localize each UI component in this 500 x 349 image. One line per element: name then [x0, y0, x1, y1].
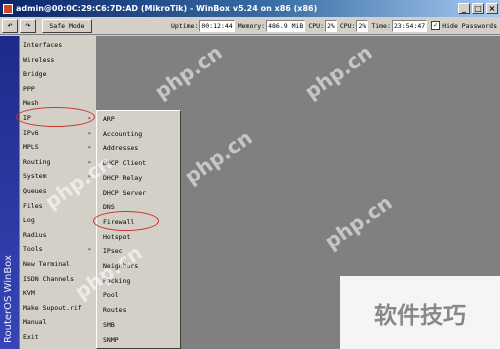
- cpu-value: 2%: [325, 19, 337, 32]
- menu-item-label: PPP: [23, 84, 35, 93]
- ip-item-label: DHCP Server: [103, 188, 147, 197]
- cpu-label: CPU:: [308, 21, 324, 30]
- menu-item-log[interactable]: Log: [20, 213, 96, 227]
- toolbar: ↶ ↷ Safe Mode Uptime: 00:12:44 Memory: 4…: [0, 17, 500, 35]
- ip-item-smb[interactable]: SMB: [97, 318, 180, 332]
- menu-item-mpls[interactable]: MPLS ▸: [20, 140, 96, 154]
- ip-item-routes[interactable]: Routes: [97, 303, 180, 317]
- submenu-arrow-icon: ▸: [87, 143, 92, 152]
- ip-item-label: SNMP: [103, 335, 119, 344]
- menu-item-interfaces[interactable]: Interfaces: [20, 38, 96, 52]
- redo-icon[interactable]: ↷: [20, 18, 36, 33]
- hide-passwords-checkbox[interactable]: ✓: [431, 21, 441, 30]
- ip-item-hotspot[interactable]: Hotspot: [97, 230, 180, 244]
- ip-item-dhcp-server[interactable]: DHCP Server: [97, 186, 180, 200]
- menu-item-label: Mesh: [23, 99, 39, 108]
- menu-item-label: Exit: [23, 333, 39, 341]
- menu-item-tools[interactable]: Tools ▸: [20, 242, 96, 256]
- maximize-button[interactable]: □: [472, 3, 484, 14]
- cpu2-label: CPU:: [339, 21, 356, 30]
- menu-item-label: Wireless: [23, 55, 55, 64]
- ip-item-addresses[interactable]: Addresses: [97, 141, 180, 155]
- menu-item-new-terminal[interactable]: New Terminal: [20, 257, 96, 271]
- menu-item-ipv6[interactable]: IPv6 ▸: [20, 126, 96, 140]
- memory-value: 486.9 MiB: [266, 19, 306, 32]
- annotation-circle-ip: [16, 107, 95, 127]
- menu-item-label: Tools: [23, 245, 43, 254]
- time-value: 23:54:47: [391, 19, 428, 32]
- menu-item-label: Files: [23, 201, 43, 210]
- brand-text: RouterOS WinBox: [3, 255, 14, 343]
- uptime-value: 00:12:44: [199, 19, 235, 32]
- menu-item-ppp[interactable]: PPP: [20, 82, 96, 96]
- submenu-arrow-icon: ▸: [87, 128, 92, 137]
- uptime-label: Uptime:: [170, 21, 199, 30]
- menu-item-manual[interactable]: Manual: [20, 315, 96, 329]
- time-label: Time:: [371, 21, 391, 30]
- ip-item-label: Accounting: [103, 129, 143, 138]
- cpu2-value: 2%: [356, 19, 369, 32]
- menu-item-label: Interfaces: [23, 41, 63, 49]
- close-button[interactable]: ×: [486, 3, 498, 14]
- menu-item-label: MPLS: [23, 143, 39, 152]
- menu-item-label: Bridge: [23, 70, 47, 79]
- annotation-circle-firewall: [93, 211, 159, 231]
- site-badge: 软件技巧: [340, 276, 500, 349]
- window-title: admin@00:0C:29:C6:7D:AD (MikroTik) - Win…: [16, 4, 318, 13]
- menu-item-label: Make Supout.rif: [23, 303, 82, 312]
- menu-item-label: New Terminal: [23, 260, 70, 268]
- ip-item-label: Routes: [103, 306, 127, 315]
- ip-item-pool[interactable]: Pool: [97, 288, 180, 302]
- ip-item-label: DNS: [103, 203, 115, 212]
- menu-item-bridge[interactable]: Bridge: [20, 67, 96, 81]
- minimize-button[interactable]: _: [458, 3, 470, 14]
- ip-item-snmp[interactable]: SNMP: [97, 333, 180, 347]
- winbox-app-icon: [3, 3, 13, 14]
- safe-mode-button[interactable]: Safe Mode: [42, 18, 92, 33]
- menu-item-label: Routing: [23, 157, 51, 166]
- undo-icon[interactable]: ↶: [2, 18, 18, 33]
- title-bar: admin@00:0C:29:C6:7D:AD (MikroTik) - Win…: [0, 0, 500, 17]
- menu-item-radius[interactable]: Radius: [20, 228, 96, 242]
- ip-item-label: Addresses: [103, 144, 139, 153]
- menu-item-label: Log: [23, 216, 35, 225]
- ip-item-label: Hotspot: [103, 232, 131, 241]
- hide-passwords-label: Hide Passwords: [442, 21, 497, 30]
- memory-label: Memory:: [237, 21, 266, 30]
- ip-item-arp[interactable]: ARP: [97, 112, 180, 126]
- menu-item-label: System: [23, 172, 47, 181]
- ip-item-label: SMB: [103, 320, 115, 329]
- submenu-arrow-icon: ▸: [87, 245, 92, 254]
- menu-item-label: Manual: [23, 318, 47, 327]
- menu-item-label: KVM: [23, 289, 35, 298]
- menu-item-label: ISDN Channels: [23, 274, 74, 283]
- menu-item-label: Radius: [23, 230, 47, 239]
- menu-item-exit[interactable]: Exit: [20, 330, 96, 344]
- ip-item-accounting[interactable]: Accounting: [97, 127, 180, 141]
- ip-item-label: ARP: [103, 115, 115, 123]
- menu-item-label: IPv6: [23, 128, 39, 137]
- brand-sidebar: RouterOS WinBox: [0, 36, 20, 349]
- menu-item-wireless[interactable]: Wireless: [20, 53, 96, 67]
- ip-item-label: Pool: [103, 291, 119, 300]
